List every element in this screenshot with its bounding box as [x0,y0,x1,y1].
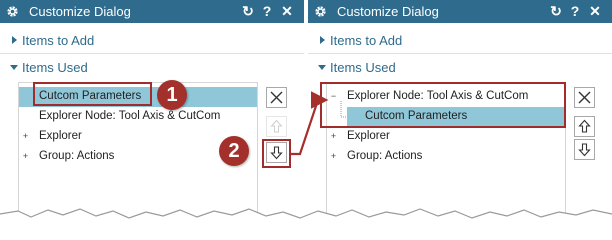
step-1-badge: 1 [157,80,187,110]
callout-arrow [290,91,329,156]
step-2-badge: 2 [219,136,249,166]
